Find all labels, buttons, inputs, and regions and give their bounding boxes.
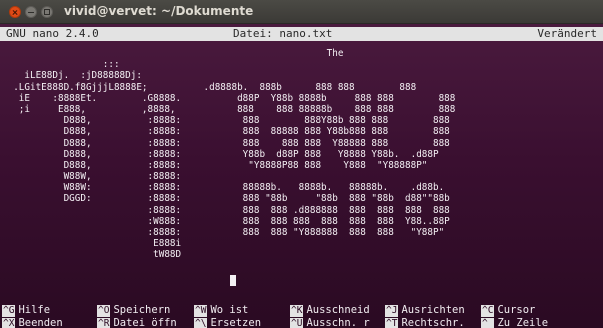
text-cursor <box>230 275 236 286</box>
modified-status: Verändert <box>537 27 597 40</box>
terminal-window: vivid@vervet: ~/Dokumente GNU nano 2.4.0… <box>0 0 603 328</box>
text-line: The <box>2 48 344 59</box>
shortcut-exit[interactable]: ^X Beenden <box>2 317 63 328</box>
text-line: .LGitE888D.f8GjjjL8888E; .d8888b. 888b 8… <box>2 81 417 93</box>
shortcut-row-2: ^X Beenden ^R Datei öffn ^\ Ersetzen ^U Auss… <box>0 317 603 328</box>
text-line: D888, :8888: "Y8888P88 888 Y888 "Y88888P… <box>2 159 428 171</box>
text-line: D888, :8888: 888 888Y88b 888 888 888 <box>2 115 450 127</box>
text-line: DGGD: :8888: 888 "88b "88b 888 "88b d88"… <box>2 193 450 205</box>
text-line: :8888: 888 888 .d888888 888 888 888 888 <box>2 204 450 216</box>
text-line: iLE88Dj. :jD88888Dj: <box>2 70 142 82</box>
shortcut-uncut[interactable]: ^U Ausschn. r <box>290 317 370 328</box>
shortcut-replace[interactable]: ^\ Ersetzen <box>194 317 261 328</box>
shortcut-justify[interactable]: ^J Ausrichten <box>385 304 465 317</box>
text-line: ;i E888, ,8888, 888 888 88888b 888 888 8… <box>2 103 456 115</box>
maximize-window-button[interactable] <box>41 6 53 18</box>
close-window-button[interactable] <box>9 6 21 18</box>
text-line: W88W: :8888: 88888b. 8888b. 88888b. .d88… <box>2 182 445 194</box>
text-line: D888, :8888: 888 88888 888 Y88b888 888 8… <box>2 126 450 138</box>
shortcut-cursor[interactable]: ^C Cursor <box>481 304 535 317</box>
text-buffer[interactable]: The ::: iLE88Dj. :jD88888Dj: .LGitE888D.… <box>2 48 602 261</box>
shortcut-where-is[interactable]: ^W Wo ist <box>194 304 248 317</box>
text-line: tW88D <box>2 249 182 261</box>
shortcut-bar: ^G Hilfe ^O Speichern ^W Wo ist ^K Ausschnei… <box>0 296 603 328</box>
nano-version: GNU nano 2.4.0 <box>6 27 99 40</box>
terminal-area[interactable]: GNU nano 2.4.0 Datei: nano.txt Verändert… <box>0 24 603 328</box>
nano-header-bar: GNU nano 2.4.0 Datei: nano.txt Verändert <box>0 27 603 41</box>
text-line: W88W, :8888: <box>2 171 182 183</box>
text-line: iE :8888Et. .G8888. d88P Y88b 8888b 888 … <box>2 92 456 104</box>
shortcut-spell[interactable]: ^T Rechtschr. <box>385 317 465 328</box>
file-name: Datei: nano.txt <box>233 27 333 40</box>
shortcut-cut[interactable]: ^K Ausschneid <box>290 304 370 317</box>
text-line: :W888: 888 888 888 888 888 888 Y88..88P <box>2 215 450 227</box>
text-line: E888i <box>2 238 182 250</box>
text-line: :8888: 888 888 "Y888888 888 888 "Y88P" <box>2 227 445 238</box>
text-line: ::: <box>2 59 120 71</box>
window-titlebar[interactable]: vivid@vervet: ~/Dokumente <box>0 0 603 24</box>
shortcut-go-to-line[interactable]: ^_ Zu Zeile <box>481 317 548 328</box>
text-line: D888, :8888: Y88b d88P 888 Y8888 Y88b. .… <box>2 148 439 160</box>
shortcut-read-file[interactable]: ^R Datei öffn <box>97 317 177 328</box>
text-line: D888, :8888: 888 888 888 Y88888 888 888 <box>2 137 450 149</box>
shortcut-row-1: ^G Hilfe ^O Speichern ^W Wo ist ^K Ausschnei… <box>0 304 603 317</box>
minimize-window-button[interactable] <box>25 6 37 18</box>
window-title: vivid@vervet: ~/Dokumente <box>64 4 254 18</box>
shortcut-help[interactable]: ^G Hilfe <box>2 304 50 317</box>
shortcut-save[interactable]: ^O Speichern <box>97 304 170 317</box>
